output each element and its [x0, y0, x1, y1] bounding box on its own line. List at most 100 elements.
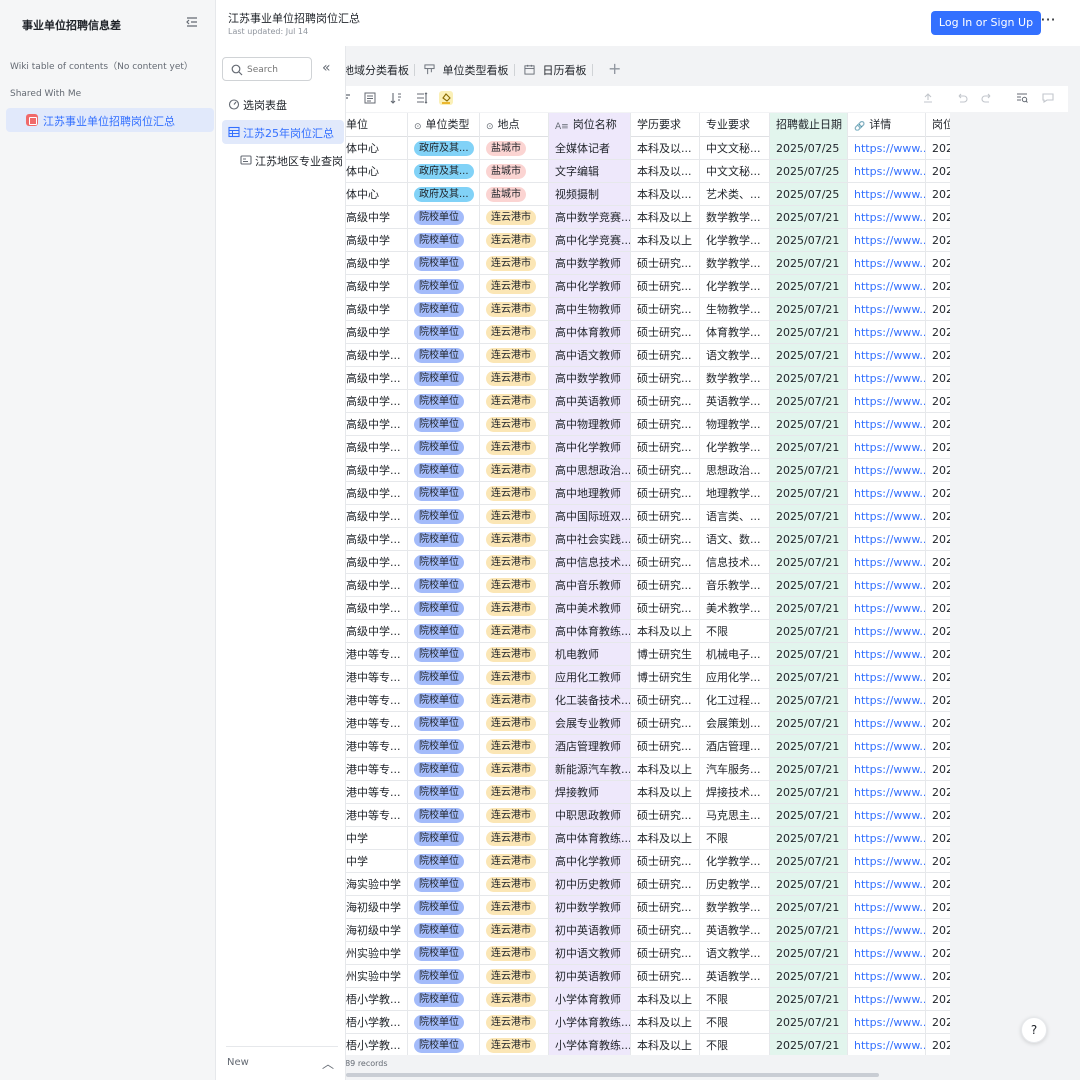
col-education-cell[interactable]: 硕士研究... — [631, 551, 700, 573]
col-unit-type-cell[interactable]: 院校单位 — [408, 620, 480, 642]
col-deadline-cell[interactable]: 2025/07/21 — [770, 344, 848, 366]
col-location-cell[interactable]: 连云港市 — [480, 413, 549, 435]
col-details-cell[interactable]: https://www... — [848, 183, 926, 205]
col-position-cell[interactable]: 高中体育教师 — [549, 321, 631, 343]
col-location-cell[interactable]: 连云港市 — [480, 896, 549, 918]
col-extra-cell[interactable]: 202 — [926, 344, 950, 366]
col-major-cell[interactable]: 会展策划... — [700, 712, 770, 734]
col-deadline-cell[interactable]: 2025/07/21 — [770, 321, 848, 343]
col-position-cell[interactable]: 化工装备技术... — [549, 689, 631, 711]
col-extra-cell[interactable]: 202 — [926, 505, 950, 527]
col-unit-type-cell[interactable]: 院校单位 — [408, 666, 480, 688]
col-deadline-cell[interactable]: 2025/07/21 — [770, 735, 848, 757]
col-details-cell[interactable]: https://www... — [848, 896, 926, 918]
col-education-cell[interactable]: 硕士研究... — [631, 459, 700, 481]
col-deadline-cell[interactable]: 2025/07/21 — [770, 1034, 848, 1055]
col-deadline-cell[interactable]: 2025/07/21 — [770, 781, 848, 803]
details-link[interactable]: https://www... — [854, 441, 925, 454]
col-position-cell[interactable]: 高中物理教师 — [549, 413, 631, 435]
col-major-cell[interactable]: 数学教学... — [700, 206, 770, 228]
table-row[interactable]: 中学 院校单位 连云港市 高中体育教练... 本科及以上 不限 2025/07/21 http… — [346, 827, 950, 850]
col-major-cell[interactable]: 物理教学... — [700, 413, 770, 435]
col-unit-type-cell[interactable]: 院校单位 — [408, 873, 480, 895]
col-education-cell[interactable]: 本科及以上 — [631, 781, 700, 803]
col-details-cell[interactable]: https://www... — [848, 367, 926, 389]
table-row[interactable]: 港中等专... 院校单位 连云港市 化工装备技术... 硕士研究... 化工过程... 20… — [346, 689, 950, 712]
col-extra-cell[interactable]: 202 — [926, 1034, 950, 1055]
col-extra-cell[interactable]: 202 — [926, 827, 950, 849]
col-education-cell[interactable]: 硕士研究... — [631, 942, 700, 964]
col-education-cell[interactable]: 硕士研究... — [631, 597, 700, 619]
tab-unit-type-kanban[interactable]: 单位类型看板 — [424, 62, 509, 78]
search-input[interactable] — [247, 62, 309, 78]
col-position-cell[interactable]: 初中英语教师 — [549, 919, 631, 941]
col-deadline-cell[interactable]: 2025/07/21 — [770, 804, 848, 826]
col-extra-cell[interactable]: 202 — [926, 781, 950, 803]
col-unit-cell[interactable]: 海实验中学 — [346, 873, 408, 895]
col-major-cell[interactable]: 体育教学... — [700, 321, 770, 343]
col-location-cell[interactable]: 连云港市 — [480, 367, 549, 389]
undo-icon[interactable] — [955, 91, 969, 105]
col-major-cell[interactable]: 历史教学... — [700, 873, 770, 895]
col-unit-type-cell[interactable]: 院校单位 — [408, 735, 480, 757]
col-location-cell[interactable]: 连云港市 — [480, 597, 549, 619]
details-link[interactable]: https://www... — [854, 372, 925, 385]
col-extra-cell[interactable]: 202 — [926, 735, 950, 757]
col-extra-cell[interactable]: 202 — [926, 643, 950, 665]
col-position-cell[interactable]: 高中化学教师 — [549, 436, 631, 458]
col-details-cell[interactable]: https://www... — [848, 666, 926, 688]
col-unit-cell[interactable]: 高级中学... — [346, 436, 408, 458]
col-location-cell[interactable]: 连云港市 — [480, 206, 549, 228]
col-unit-cell[interactable]: 体中心 — [346, 137, 408, 159]
details-link[interactable]: https://www... — [854, 924, 925, 937]
col-unit-cell[interactable]: 高级中学... — [346, 413, 408, 435]
col-deadline-cell[interactable]: 2025/07/21 — [770, 597, 848, 619]
col-position-cell[interactable]: 会展专业教师 — [549, 712, 631, 734]
details-link[interactable]: https://www... — [854, 303, 925, 316]
col-location-cell[interactable]: 连云港市 — [480, 620, 549, 642]
col-deadline-cell[interactable]: 2025/07/21 — [770, 942, 848, 964]
col-deadline-cell[interactable]: 2025/07/21 — [770, 712, 848, 734]
col-location-cell[interactable]: 盐城市 — [480, 183, 549, 205]
col-unit-cell[interactable]: 梧小学教... — [346, 988, 408, 1010]
details-link[interactable]: https://www... — [854, 349, 925, 362]
table-row[interactable]: 高级中学 院校单位 连云港市 高中数学竞赛... 本科及以上 数学教学... 2025/07… — [346, 206, 950, 229]
col-position-cell[interactable]: 小学体育教练... — [549, 1034, 631, 1055]
col-location-cell[interactable]: 连云港市 — [480, 643, 549, 665]
col-position-cell[interactable]: 高中音乐教师 — [549, 574, 631, 596]
find-icon[interactable] — [1015, 91, 1029, 105]
col-unit-type-cell[interactable]: 院校单位 — [408, 459, 480, 481]
col-major-cell[interactable]: 信息技术... — [700, 551, 770, 573]
col-education-cell[interactable]: 硕士研究... — [631, 275, 700, 297]
col-unit-cell[interactable]: 港中等专... — [346, 689, 408, 711]
col-position-cell[interactable]: 高中美术教师 — [549, 597, 631, 619]
col-details-cell[interactable]: https://www... — [848, 160, 926, 182]
col-position-cell[interactable]: 高中化学教师 — [549, 275, 631, 297]
tab-calendar-kanban[interactable]: 日历看板 — [524, 62, 587, 78]
col-education-cell[interactable]: 硕士研究... — [631, 252, 700, 274]
col-location-cell[interactable]: 连云港市 — [480, 229, 549, 251]
tree-item-form[interactable]: 江苏地区专业查岗 — [222, 148, 344, 172]
col-extra-cell[interactable]: 202 — [926, 965, 950, 987]
col-unit-type-cell[interactable]: 院校单位 — [408, 574, 480, 596]
col-major-cell[interactable]: 英语教学... — [700, 919, 770, 941]
col-location-cell[interactable]: 盐城市 — [480, 137, 549, 159]
table-row[interactable]: 体中心 政府及其... 盐城市 视频摄制 本科及以... 艺术类、... 2025/07/2… — [346, 183, 950, 206]
header-col-deadline[interactable]: 招聘截止日期 — [770, 113, 848, 137]
col-major-cell[interactable]: 不限 — [700, 620, 770, 642]
more-icon[interactable]: ··· — [1038, 12, 1058, 30]
col-extra-cell[interactable]: 202 — [926, 942, 950, 964]
col-unit-type-cell[interactable]: 政府及其... — [408, 137, 480, 159]
table-row[interactable]: 高级中学 院校单位 连云港市 高中化学教师 硕士研究... 化学教学... 2025/07/… — [346, 275, 950, 298]
col-major-cell[interactable]: 语文、数... — [700, 528, 770, 550]
col-major-cell[interactable]: 应用化学... — [700, 666, 770, 688]
col-location-cell[interactable]: 连云港市 — [480, 827, 549, 849]
col-deadline-cell[interactable]: 2025/07/21 — [770, 275, 848, 297]
details-link[interactable]: https://www... — [854, 418, 925, 431]
collapse-panel-icon[interactable]: « — [322, 61, 331, 75]
col-details-cell[interactable]: https://www... — [848, 574, 926, 596]
details-link[interactable]: https://www... — [854, 740, 925, 753]
table-row[interactable]: 高级中学... 院校单位 连云港市 高中英语教师 硕士研究... 英语教学... 2025/… — [346, 390, 950, 413]
col-details-cell[interactable]: https://www... — [848, 827, 926, 849]
col-position-cell[interactable]: 中职思政教师 — [549, 804, 631, 826]
